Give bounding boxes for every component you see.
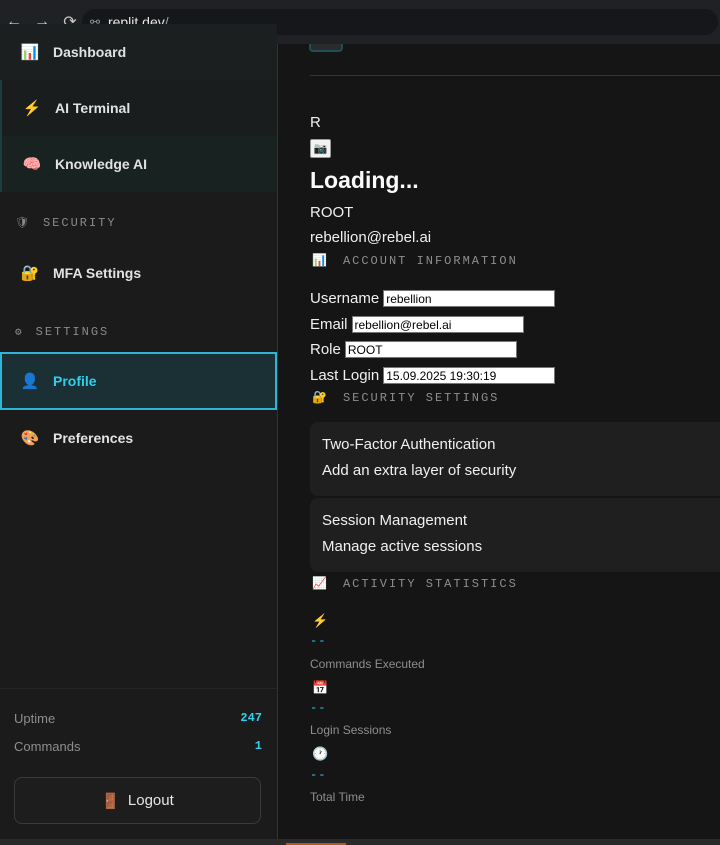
session-management-card[interactable]: Session Management Manage active session… bbox=[310, 498, 720, 572]
last-login-label: Last Login bbox=[310, 367, 380, 384]
lightning-icon: ⚡ bbox=[312, 613, 329, 628]
activity-statistics-heading: 📈 ACTIVITY STATISTICS bbox=[312, 576, 518, 592]
page-icon bbox=[309, 44, 343, 52]
palette-icon: 🎨 bbox=[20, 430, 40, 447]
account-information-heading: 📊 ACCOUNT INFORMATION bbox=[312, 253, 518, 269]
camera-icon[interactable]: 📷 bbox=[310, 139, 331, 158]
sidebar-section-settings: ⚙ SETTINGS bbox=[15, 325, 109, 339]
sidebar-footer: Uptime 247 Commands 1 🚪 Logout bbox=[0, 688, 277, 839]
username-row: Username bbox=[310, 290, 556, 307]
profile-role: ROOT bbox=[310, 204, 354, 221]
sidebar-item-label: Preferences bbox=[53, 430, 134, 446]
total-time-label: Total Time bbox=[310, 790, 365, 804]
sidebar-item-label: Profile bbox=[53, 373, 97, 389]
heading-label: ACTIVITY STATISTICS bbox=[342, 576, 518, 591]
clock-icon: 🕐 bbox=[312, 746, 329, 761]
brain-icon: 🧠 bbox=[22, 156, 42, 173]
role-row: Role bbox=[310, 341, 517, 358]
sidebar-item-knowledge-ai[interactable]: 🧠 Knowledge AI bbox=[0, 136, 277, 192]
sidebar-item-label: Dashboard bbox=[53, 44, 127, 60]
two-factor-card[interactable]: Two-Factor Authentication Add an extra l… bbox=[310, 422, 720, 496]
heading-label: SECURITY SETTINGS bbox=[342, 390, 500, 405]
sidebar: 📊 Dashboard ⚡ AI Terminal 🧠 Knowledge AI… bbox=[0, 24, 278, 839]
bottom-strip bbox=[0, 839, 720, 845]
card-subtitle: Manage active sessions bbox=[322, 538, 483, 555]
sidebar-item-preferences[interactable]: 🎨 Preferences bbox=[0, 410, 277, 466]
last-login-row: Last Login bbox=[310, 367, 556, 384]
last-login-field[interactable] bbox=[383, 367, 556, 384]
main-content: R 📷 Loading... ROOT rebellion@rebel.ai 📊… bbox=[279, 44, 720, 839]
chart-icon: 📊 bbox=[20, 44, 40, 61]
uptime-value: 247 bbox=[240, 711, 262, 725]
shield-icon: 🛡 bbox=[15, 218, 31, 230]
card-subtitle: Add an extra layer of security bbox=[322, 462, 517, 479]
page-header bbox=[309, 44, 343, 52]
commands-executed-label: Commands Executed bbox=[310, 657, 425, 671]
sidebar-item-dashboard[interactable]: 📊 Dashboard bbox=[0, 24, 277, 80]
card-title: Session Management bbox=[322, 512, 468, 529]
section-label: SETTINGS bbox=[35, 325, 110, 339]
sidebar-item-ai-terminal[interactable]: ⚡ AI Terminal bbox=[0, 80, 277, 136]
commands-value: 1 bbox=[254, 739, 262, 753]
sidebar-section-security: 🛡 SECURITY bbox=[15, 216, 117, 230]
email-label: Email bbox=[310, 316, 348, 333]
trend-chart-icon: 📈 bbox=[312, 577, 329, 591]
user-icon: 👤 bbox=[20, 373, 40, 390]
total-time-value: -- bbox=[310, 768, 327, 782]
uptime-label: Uptime bbox=[14, 711, 56, 726]
card-title: Two-Factor Authentication bbox=[322, 436, 496, 453]
profile-email: rebellion@rebel.ai bbox=[310, 229, 432, 246]
gear-icon: ⚙ bbox=[15, 327, 24, 339]
chart-icon: 📊 bbox=[312, 254, 329, 268]
sidebar-item-label: Knowledge AI bbox=[55, 156, 148, 172]
heading-label: ACCOUNT INFORMATION bbox=[342, 253, 518, 268]
commands-executed-value: -- bbox=[310, 634, 327, 648]
email-row: Email bbox=[310, 316, 524, 333]
avatar: R bbox=[310, 114, 321, 131]
role-label: Role bbox=[310, 341, 341, 358]
uptime-stat: Uptime 247 bbox=[14, 711, 262, 726]
sidebar-item-label: MFA Settings bbox=[53, 265, 142, 281]
commands-stat: Commands 1 bbox=[14, 739, 262, 754]
section-label: SECURITY bbox=[42, 216, 117, 230]
sidebar-item-label: AI Terminal bbox=[55, 100, 131, 116]
logout-button[interactable]: 🚪 Logout bbox=[14, 777, 261, 824]
login-sessions-value: -- bbox=[310, 701, 327, 715]
username-label: Username bbox=[310, 290, 380, 307]
role-field[interactable] bbox=[344, 341, 517, 358]
logout-label: Logout bbox=[127, 792, 174, 809]
header-divider bbox=[310, 75, 720, 76]
door-icon: 🚪 bbox=[101, 792, 120, 810]
lock-icon: 🔐 bbox=[312, 391, 329, 405]
login-sessions-label: Login Sessions bbox=[310, 723, 392, 737]
sidebar-item-mfa-settings[interactable]: 🔐 MFA Settings bbox=[0, 245, 277, 301]
email-field[interactable] bbox=[351, 316, 524, 333]
calendar-icon: 📅 bbox=[312, 680, 329, 695]
security-settings-heading: 🔐 SECURITY SETTINGS bbox=[312, 390, 500, 406]
profile-name: Loading... bbox=[310, 167, 419, 193]
commands-label: Commands bbox=[14, 739, 81, 754]
sidebar-item-profile[interactable]: 👤 Profile bbox=[0, 352, 277, 410]
lock-icon: 🔐 bbox=[20, 265, 40, 282]
lightning-icon: ⚡ bbox=[22, 100, 42, 117]
username-field[interactable] bbox=[383, 290, 556, 307]
